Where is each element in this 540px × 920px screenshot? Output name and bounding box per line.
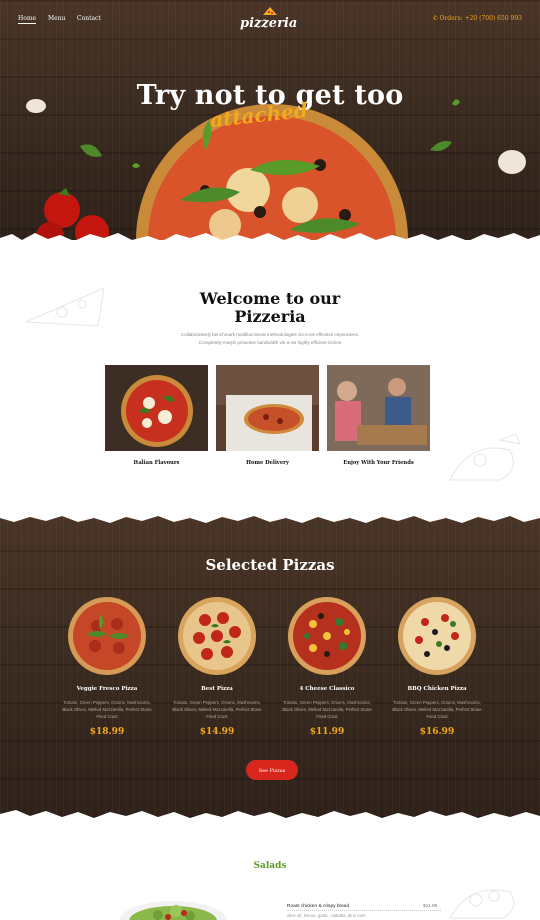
welcome-text-line1: Collaboratively benchmark multifunctiona… — [180, 332, 360, 337]
feature-image-italian-flavours — [105, 365, 208, 451]
pizza-description-line: Tomato, Green Peppers, Onions, Mushrooms… — [393, 700, 481, 705]
nav-menu-link[interactable]: Menu — [48, 15, 65, 22]
pizza-price: $14.99 — [199, 727, 235, 737]
pizza-description-line: Black Olives, Melted Mozzarella, Perfect… — [282, 707, 372, 712]
phone-icon: ✆ — [432, 15, 440, 22]
pizza-name[interactable]: BBQ Chicken Pizza — [382, 686, 492, 692]
orders-phone[interactable]: ✆ Orders: +20 (700) 650 993 — [433, 15, 522, 22]
pizza-description: Tomato, Green Peppers, Onions, Mushrooms… — [272, 699, 382, 720]
see-pizzas-button[interactable]: See Pizzas — [246, 760, 298, 780]
welcome-text: Collaboratively benchmark multifunctiona… — [150, 331, 390, 347]
welcome-text-line2: Completely morph proactive bandwidth vis… — [198, 340, 342, 345]
pizza-name[interactable]: Veggie Fresco Pizza — [52, 686, 162, 692]
top-nav: Home Menu Contact pizzeria ✆ Orders: +20… — [0, 0, 540, 40]
pizza-image-veggie-fresco[interactable] — [67, 596, 147, 676]
menu-item-name[interactable]: Roast chicken & crispy bread — [287, 904, 349, 909]
pizza-price: $16.99 — [419, 727, 455, 737]
menu-item-divider — [287, 910, 441, 911]
menu-item-description: olive oil, lemon, garlic, ciabatta, pine… — [287, 913, 366, 918]
selected-pizzas-title: Selected Pizzas — [205, 556, 335, 574]
site-logo[interactable]: pizzeria — [240, 16, 297, 31]
welcome-title-line2: Pizzeria — [234, 307, 306, 326]
menu-item-price: $11.99 — [423, 904, 438, 909]
pizza-description-line: Fired Crust — [316, 714, 338, 719]
orders-phone-text: Orders: +20 (700) 650 993 — [439, 15, 522, 22]
pizza-description-line: Tomato, Green Peppers, Onions, Mushrooms… — [173, 700, 261, 705]
pizza-price: $11.99 — [309, 727, 345, 737]
feature-caption-home-delivery: Home Delivery — [246, 460, 289, 466]
feature-caption-italian-flavours: Italian Flavours — [133, 460, 180, 466]
welcome-title: Welcome to our Pizzeria — [0, 290, 540, 326]
salad-bowl-image — [119, 901, 227, 920]
feature-image-enjoy-with-friends — [327, 365, 430, 451]
pizza-description-line: Tomato, Green Peppers, Onions, Mushrooms… — [63, 700, 151, 705]
pizza-image-4-cheese-classico[interactable] — [287, 596, 367, 676]
pizza-name[interactable]: Best Pizza — [162, 686, 272, 692]
pizza-slice-icon — [263, 7, 277, 15]
salad-sketch-illustration — [449, 889, 515, 919]
pizza-description-line: Fired Crust — [96, 714, 118, 719]
feature-caption-enjoy-with-friends: Enjoy With Your Friends — [343, 460, 414, 466]
pizza-description-line: Fired Crust — [206, 714, 228, 719]
torn-paper-edge — [0, 233, 540, 248]
pizza-description: Tomato, Green Peppers, Onions, Mushrooms… — [162, 699, 272, 720]
pizza-description-line: Black Olives, Melted Mozzarella, Perfect… — [392, 707, 482, 712]
pizza-image-best-pizza[interactable] — [177, 596, 257, 676]
nav-home-link[interactable]: Home — [18, 15, 37, 24]
torn-paper-edge-bottom — [0, 810, 540, 822]
chef-sketch-illustration — [449, 433, 521, 481]
pizza-description-line: Black Olives, Melted Mozzarella, Perfect… — [62, 707, 152, 712]
pizza-image-bbq-chicken[interactable] — [397, 596, 477, 676]
pizza-description-line: Fired Crust — [426, 714, 448, 719]
pizza-description: Tomato, Green Peppers, Onions, Mushrooms… — [382, 699, 492, 720]
pizza-description-line: Tomato, Green Peppers, Onions, Mushrooms… — [283, 700, 371, 705]
salads-title: Salads — [253, 861, 287, 871]
feature-image-home-delivery — [216, 365, 319, 451]
pizza-price: $18.99 — [89, 727, 125, 737]
welcome-title-line1: Welcome to our — [199, 289, 341, 308]
torn-paper-edge-top — [0, 512, 540, 523]
pizza-description: Tomato, Green Peppers, Onions, Mushrooms… — [52, 699, 162, 720]
hero-section: Home Menu Contact pizzeria ✆ Orders: +20… — [0, 0, 540, 240]
pizza-name[interactable]: 4 Cheese Classico — [272, 686, 382, 692]
nav-contact-link[interactable]: Contact — [77, 15, 101, 22]
pizza-description-line: Black Olives, Melted Mozzarella, Perfect… — [172, 707, 262, 712]
